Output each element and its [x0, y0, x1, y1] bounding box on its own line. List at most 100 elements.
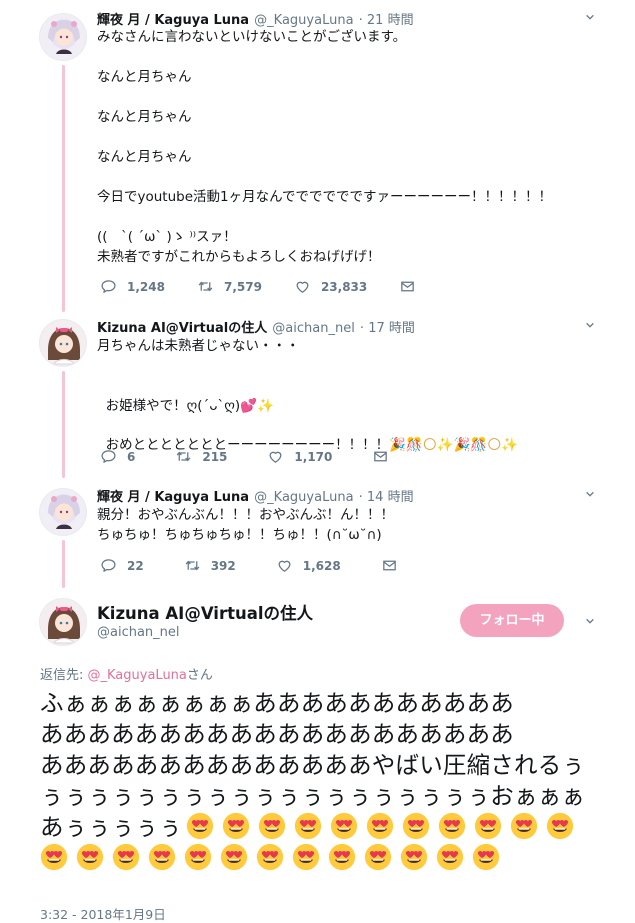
main-text-line: あぅぅぅぅぅ [40, 812, 600, 843]
username[interactable]: @aichan_nel [272, 321, 355, 336]
reply-button[interactable]: 1,248 [100, 278, 165, 295]
username[interactable]: @_KaguyaLuna [254, 13, 353, 28]
envelope-icon [399, 278, 416, 295]
envelope-icon [372, 448, 389, 465]
heart-eyes-emoji [510, 812, 538, 840]
heart-eyes-emoji [184, 843, 212, 871]
dm-button[interactable] [381, 557, 398, 574]
heart-eyes-emoji [148, 843, 176, 871]
dm-button[interactable] [372, 448, 389, 465]
heart-eyes-emoji [436, 843, 464, 871]
tweet-actions: 6 215 1,170 [100, 448, 421, 465]
thread-line [62, 371, 65, 478]
heart-icon [276, 557, 293, 574]
heart-eyes-emoji [222, 812, 250, 840]
heart-icon [267, 448, 284, 465]
display-name[interactable]: Kizuna AI@Virtualの住人 [97, 321, 267, 336]
thread-line [62, 65, 65, 312]
main-text-line: ああああああああああああああああああああ [40, 720, 514, 748]
retweet-count: 7,579 [223, 279, 262, 294]
chevron-down-icon[interactable] [585, 320, 595, 330]
chevron-down-icon[interactable] [585, 489, 595, 499]
retweet-button[interactable]: 215 [175, 448, 227, 465]
avatar-image [40, 14, 87, 61]
two-hearts-emoji: 💕 [240, 398, 257, 414]
like-button[interactable]: 1,628 [276, 557, 341, 574]
reply-icon [100, 278, 117, 295]
heart-eyes-emoji [76, 843, 104, 871]
heart-eyes-emoji [546, 812, 574, 840]
tweet-header: Kizuna AI@Virtualの住人 @aichan_nel · 17 時間 [97, 321, 415, 336]
heart-eyes-emoji [330, 812, 358, 840]
main-text-line: ぅぅぅぅぅぅぅぅぅぅぅぅぅぅぅぅぅぅぅおぁぁぁ [40, 782, 586, 810]
heart-eyes-emoji [256, 843, 284, 871]
reply-count: 1,248 [127, 279, 165, 294]
tweet-time[interactable]: 21 時間 [367, 13, 414, 28]
like-count: 23,833 [320, 279, 368, 294]
tweet-text: 親分！おやぶんぶん！！！おやぶんぶ！ん！！！ ちゅちゅ！ちゅちゅちゅ！！ちゅ！！… [97, 507, 394, 543]
chevron-down-icon[interactable] [585, 12, 595, 22]
like-button[interactable]: 23,833 [294, 278, 367, 295]
heart-eyes-emoji [294, 812, 322, 840]
reply-context: 返信先: @_KaguyaLunaさん [40, 668, 213, 683]
tweet-text: みなさんに言わないといけないことがございます。 なんと月ちゃん なんと月ちゃん … [97, 29, 552, 265]
heart-eyes-emoji [186, 812, 214, 840]
reply-icon [100, 557, 117, 574]
like-count: 1,170 [294, 449, 333, 464]
tweet-time[interactable]: 17 時間 [368, 321, 415, 336]
heart-eyes-emoji [402, 812, 430, 840]
emoji-row [36, 843, 600, 874]
retweet-count: 392 [210, 558, 236, 573]
retweet-icon [184, 557, 201, 574]
retweet-button[interactable]: 7,579 [197, 278, 262, 295]
main-username[interactable]: @aichan_nel [97, 625, 180, 640]
like-count: 1,628 [302, 558, 341, 573]
tweet-actions: 22 392 1,628 [100, 557, 430, 574]
heart-eyes-emoji [400, 843, 428, 871]
envelope-icon [381, 557, 398, 574]
avatar[interactable] [39, 319, 87, 367]
reply-to-link[interactable]: @_KaguyaLuna [88, 668, 187, 683]
avatar[interactable] [39, 488, 87, 536]
heart-eyes-emoji [40, 843, 68, 871]
heart-eyes-emoji [258, 812, 286, 840]
heart-eyes-emoji [220, 843, 248, 871]
heart-eyes-emoji [474, 812, 502, 840]
username[interactable]: @_KaguyaLuna [254, 490, 353, 505]
avatar[interactable] [39, 13, 87, 61]
main-display-name[interactable]: Kizuna AI@Virtualの住人 [97, 600, 313, 624]
heart-icon [294, 278, 311, 295]
tweet-text-line: 月ちゃんは未熟者じゃない・・・ [97, 338, 300, 354]
heart-eyes-emoji [364, 843, 392, 871]
heart-eyes-emoji [328, 843, 356, 871]
retweet-count: 215 [202, 449, 228, 464]
reply-button[interactable]: 22 [100, 557, 144, 574]
reply-icon [100, 448, 117, 465]
tweet-timestamp[interactable]: 3:32 - 2018年1月9日 [40, 904, 166, 923]
like-button[interactable]: 1,170 [267, 448, 332, 465]
dm-button[interactable] [399, 278, 416, 295]
display-name[interactable]: 輝夜 月 / Kaguya Luna [97, 490, 249, 505]
main-tweet-text: ふぁぁぁぁぁぁぁぁあああああああああああ あああああああああああああああああああ… [40, 688, 600, 874]
following-button[interactable]: フォロー中 [460, 604, 564, 637]
retweet-icon [197, 278, 214, 295]
tweet-actions: 1,248 7,579 23,833 [100, 278, 448, 295]
tweet-time[interactable]: 14 時間 [367, 490, 414, 505]
reply-button[interactable]: 6 [100, 448, 135, 465]
avatar-image [40, 320, 87, 367]
thread-line [62, 540, 65, 588]
display-name[interactable]: 輝夜 月 / Kaguya Luna [97, 13, 249, 28]
heart-eyes-emoji [472, 843, 500, 871]
avatar[interactable] [39, 598, 87, 646]
tweet-text-line: お姫様やで！ღ(´ᴗ`ღ)💕✨ [105, 398, 274, 414]
reply-count: 6 [127, 449, 136, 464]
heart-eyes-emoji [366, 812, 394, 840]
retweet-button[interactable]: 392 [184, 557, 236, 574]
main-text-line: ふぁぁぁぁぁぁぁぁあああああああああああ [40, 689, 514, 717]
emoji-row [182, 813, 578, 841]
chevron-down-icon[interactable] [585, 616, 595, 626]
heart-eyes-emoji [438, 812, 466, 840]
avatar-image [40, 599, 87, 646]
main-text-line: ああああああああああああああやばい圧縮されるぅ [40, 751, 586, 779]
heart-eyes-emoji [112, 843, 140, 871]
